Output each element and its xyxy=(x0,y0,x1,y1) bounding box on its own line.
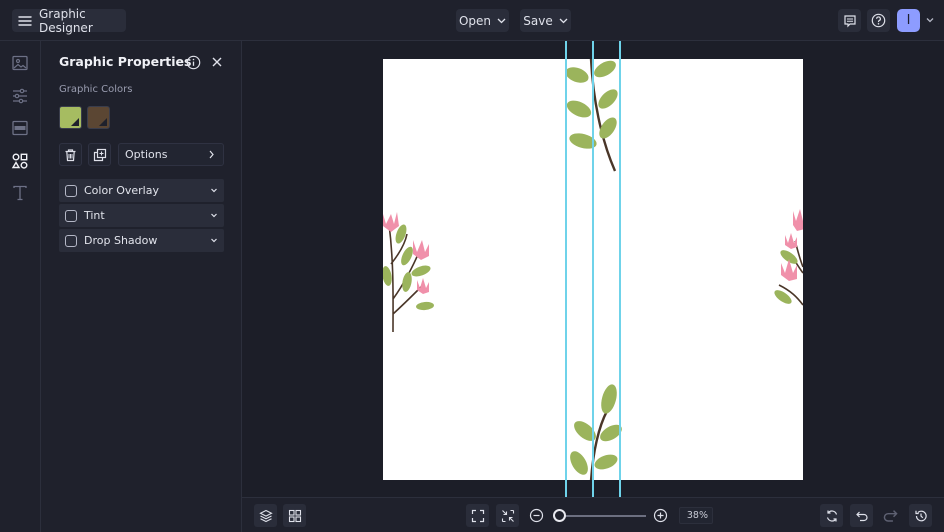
zoom-out-icon[interactable] xyxy=(528,507,545,524)
flower-branch-left[interactable] xyxy=(383,204,439,334)
redo-button[interactable] xyxy=(882,507,899,524)
color-swatch-green[interactable] xyxy=(59,106,82,129)
comment-icon xyxy=(843,14,857,28)
undo-button[interactable] xyxy=(850,504,873,527)
accordion-label: Color Overlay xyxy=(84,184,159,197)
close-icon[interactable] xyxy=(210,55,224,69)
graphic-properties-panel: Graphic Properties Graphic Colors Option… xyxy=(41,41,242,532)
zoom-slider-track[interactable] xyxy=(554,515,646,517)
zoom-level-field[interactable]: 38% xyxy=(679,507,713,524)
account-menu-chevron-icon[interactable] xyxy=(924,14,936,26)
zoom-in-icon[interactable] xyxy=(652,507,669,524)
accordion-label: Drop Shadow xyxy=(84,234,158,247)
swatch-corner-indicator xyxy=(99,118,107,126)
app-menu-button[interactable]: Graphic Designer xyxy=(12,6,126,35)
chevron-down-icon xyxy=(209,235,219,245)
help-icon xyxy=(871,13,886,28)
delete-button[interactable] xyxy=(59,143,82,166)
shrink-icon xyxy=(501,509,515,523)
color-swatch-brown[interactable] xyxy=(87,106,110,129)
fit-to-screen-button[interactable] xyxy=(466,504,489,527)
layers-button[interactable] xyxy=(254,504,277,527)
zoom-slider-thumb[interactable] xyxy=(552,509,566,522)
alignment-guide-right xyxy=(619,41,621,497)
expand-icon xyxy=(471,509,485,523)
alignment-guide-center xyxy=(592,41,594,497)
open-label: Open xyxy=(458,13,492,28)
accordion-label: Tint xyxy=(84,209,105,222)
bottom-toolbar: 38% xyxy=(242,497,944,532)
color-overlay-checkbox[interactable] xyxy=(65,184,77,197)
accordion-color-overlay[interactable]: Color Overlay xyxy=(59,179,224,202)
grid-button[interactable] xyxy=(283,504,306,527)
chevron-down-icon xyxy=(559,18,568,24)
layers-icon xyxy=(258,509,273,523)
panel-title: Graphic Properties xyxy=(59,54,192,69)
avatar[interactable]: I xyxy=(897,9,920,32)
history-icon xyxy=(914,509,928,523)
flower-branch-right[interactable] xyxy=(769,207,803,307)
duplicate-icon xyxy=(93,148,107,162)
app-title: Graphic Designer xyxy=(39,6,93,35)
tint-checkbox[interactable] xyxy=(65,209,77,222)
grid-icon xyxy=(288,509,302,523)
info-icon[interactable] xyxy=(186,55,201,70)
alignment-guide-left xyxy=(565,41,567,497)
text-icon[interactable] xyxy=(11,184,29,202)
tool-rail xyxy=(0,41,41,532)
graphics-icon[interactable] xyxy=(11,152,29,170)
image-icon[interactable] xyxy=(11,54,29,72)
top-bar: Graphic Designer Open Save I xyxy=(0,0,944,41)
options-label: Options xyxy=(125,148,168,161)
adjustments-icon[interactable] xyxy=(11,87,29,105)
sync-button[interactable] xyxy=(820,504,843,527)
trash-icon xyxy=(64,148,77,162)
avatar-initial: I xyxy=(906,13,911,28)
save-label: Save xyxy=(523,13,553,28)
duplicate-button[interactable] xyxy=(88,143,111,166)
accordion-drop-shadow[interactable]: Drop Shadow xyxy=(59,229,224,252)
layout-icon[interactable] xyxy=(11,119,29,137)
chevron-down-icon xyxy=(497,18,506,24)
refresh-icon xyxy=(825,509,839,523)
undo-icon xyxy=(855,509,869,523)
shrink-button[interactable] xyxy=(496,504,519,527)
chevron-down-icon xyxy=(209,185,219,195)
chevron-down-icon xyxy=(209,210,219,220)
save-button[interactable]: Save xyxy=(520,9,571,32)
graphic-colors-label: Graphic Colors xyxy=(59,84,133,95)
open-button[interactable]: Open xyxy=(456,9,509,32)
history-button[interactable] xyxy=(909,504,932,527)
comment-button[interactable] xyxy=(838,9,861,32)
drop-shadow-checkbox[interactable] xyxy=(65,234,77,247)
swatch-corner-indicator xyxy=(71,118,79,126)
accordion-tint[interactable]: Tint xyxy=(59,204,224,227)
canvas-area[interactable] xyxy=(242,41,944,497)
help-button[interactable] xyxy=(867,9,890,32)
options-button[interactable]: Options xyxy=(118,143,224,166)
hamburger-menu-icon xyxy=(18,15,32,27)
chevron-right-icon xyxy=(208,150,215,159)
redo-icon xyxy=(882,507,899,524)
